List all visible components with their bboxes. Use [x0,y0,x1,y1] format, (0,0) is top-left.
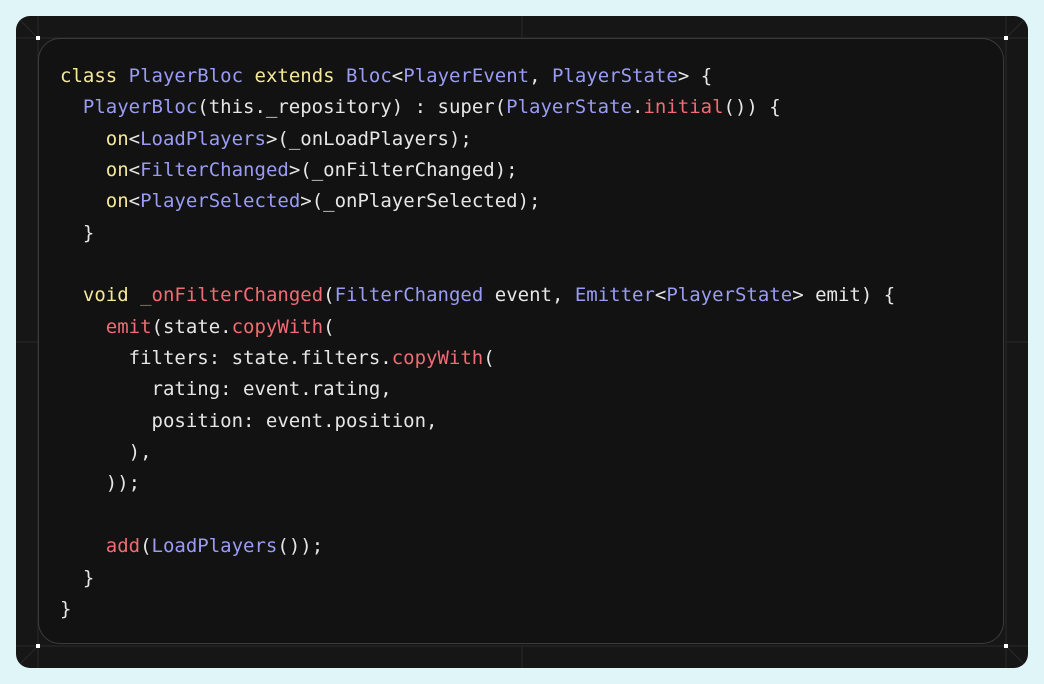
code-type: PlayerEvent [403,65,530,87]
code-line: on<FilterChanged>(_onFilterChanged); [60,155,895,186]
code-text: , [529,65,552,87]
code-text: ()) { [723,96,781,119]
code-text: event, [483,284,575,307]
code-type: PlayerState [666,284,793,307]
corner-marker [1004,644,1008,648]
code-line: ), [60,437,895,468]
code-keyword: extends [254,65,335,87]
code-text: > emit) { [792,284,896,307]
code-line: void _onFilterChanged(FilterChanged even… [60,280,895,311]
code-text: } [60,566,95,589]
code-type: PlayerState [551,65,678,87]
code-text: ( [483,347,495,370]
code-line: on<PlayerSelected>(_onPlayerSelected); [60,186,895,217]
code-text: >(_onFilterChanged); [288,159,518,182]
code-line: } [60,594,895,625]
code-text: < [128,159,141,182]
code-text: >(_onLoadPlayers); [265,127,472,150]
code-type: FilterChanged [140,159,289,182]
code-text: position: event.position, [60,409,438,432]
code-function: add [105,535,141,558]
code-block: class PlayerBloc extends Bloc<PlayerEven… [60,61,895,625]
code-text: (state. [151,315,232,338]
code-text: } [60,221,95,244]
code-line: filters: state.filters.copyWith( [60,343,895,374]
code-text: } [60,597,72,620]
code-text: ( [140,535,152,558]
code-line: add(LoadPlayers()); [60,531,895,562]
code-text: . [631,96,644,119]
code-function: emit [105,315,152,338]
code-keyword: on [105,127,129,150]
code-line: class PlayerBloc extends Bloc<PlayerEven… [60,61,895,92]
code-type: Emitter [574,284,655,307]
corner-marker [1004,36,1008,40]
code-text: ), [60,441,152,464]
corner-marker [36,644,40,648]
code-text: (this._repository) : super( [197,96,507,119]
code-text: ()); [277,535,324,558]
code-keyword: on [105,190,129,213]
code-keyword: void [82,284,129,307]
code-type: PlayerSelected [140,190,301,213]
code-line: } [60,218,895,249]
code-type: PlayerBloc [128,65,244,87]
code-type: LoadPlayers [151,535,278,558]
code-text: < [128,190,141,213]
code-text: < [128,127,141,150]
code-line: emit(state.copyWith( [60,312,895,343]
code-text: )); [60,472,141,495]
code-keyword: on [105,159,129,182]
code-line: rating: event.rating, [60,374,895,405]
corner-marker [36,36,40,40]
code-function: copyWith [231,315,324,338]
code-function: _onFilterChanged [140,284,324,307]
code-line: } [60,563,895,594]
code-function: copyWith [391,347,484,370]
code-line: PlayerBloc(this._repository) : super(Pla… [60,92,895,123]
code-type: PlayerBloc [82,96,198,119]
code-type: LoadPlayers [140,127,266,150]
code-type: FilterChanged [334,284,484,307]
code-text: >(_onPlayerSelected); [300,190,541,213]
code-function: initial [643,96,724,119]
code-text: filters: state.filters. [60,347,392,370]
code-line: )); [60,468,895,499]
code-text: ( [323,315,335,338]
code-text: > { [677,65,713,87]
code-text: rating: event.rating, [60,378,392,401]
code-text: < [654,284,667,307]
code-line: position: event.position, [60,406,895,437]
code-keyword: class [60,65,118,87]
code-line: on<LoadPlayers>(_onLoadPlayers); [60,124,895,155]
code-text: ( [323,284,335,307]
code-text: < [391,65,404,87]
code-window: class PlayerBloc extends Bloc<PlayerEven… [16,16,1028,668]
code-type: PlayerState [506,96,632,119]
code-type: Bloc [346,65,392,87]
